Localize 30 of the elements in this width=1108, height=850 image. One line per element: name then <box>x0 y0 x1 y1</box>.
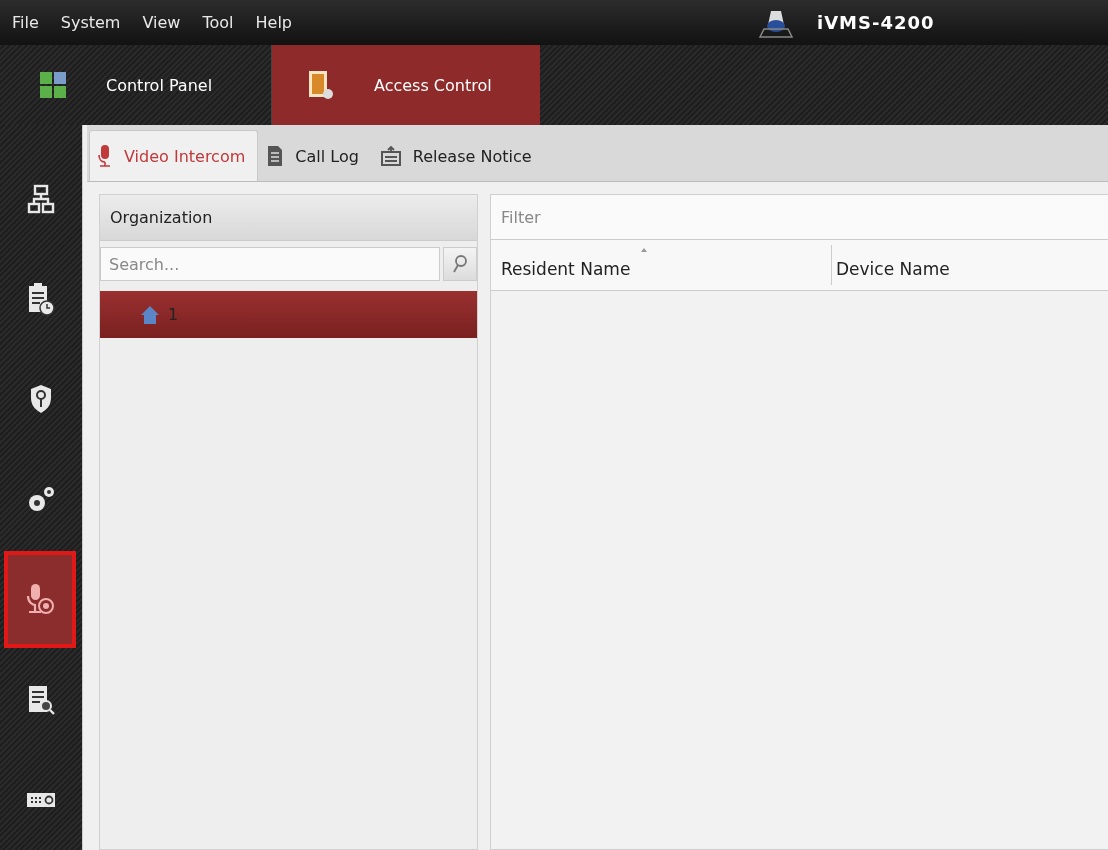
network-icon <box>27 184 55 214</box>
grid-icon <box>40 72 66 98</box>
column-header[interactable]: Resident Name <box>491 245 831 285</box>
panel-title: Organization <box>100 195 477 241</box>
microphone-camera-icon <box>25 582 55 617</box>
app-title: iVMS-4200 <box>817 12 935 33</box>
home-icon <box>140 304 160 325</box>
menu-item[interactable]: Help <box>255 13 292 32</box>
search-button[interactable] <box>443 247 477 281</box>
document-icon <box>267 145 284 167</box>
sort-arrow-icon <box>641 248 647 252</box>
sub-tab[interactable]: Call Log <box>258 130 372 181</box>
microphone-icon <box>98 145 112 167</box>
search-field[interactable]: Search... <box>100 247 440 281</box>
document-search-icon <box>27 684 55 716</box>
filter-field[interactable]: Filter <box>491 195 1108 240</box>
notice-board-icon <box>380 146 401 166</box>
menu-item[interactable]: View <box>142 13 181 32</box>
menu-item[interactable]: Tool <box>202 13 234 32</box>
sub-tab[interactable]: Video Intercom <box>89 130 259 181</box>
column-header[interactable]: Device Name <box>831 245 1108 285</box>
shield-key-icon <box>29 383 53 414</box>
sub-tab[interactable]: Release Notice <box>371 130 545 181</box>
search-icon <box>452 254 468 274</box>
clipboard-clock-icon <box>27 281 55 316</box>
module-tab[interactable]: Access Control <box>272 45 540 125</box>
door-icon <box>308 70 334 100</box>
menu-item[interactable]: System <box>60 13 121 32</box>
menu-item[interactable]: File <box>12 13 39 32</box>
device-icon <box>26 792 56 808</box>
